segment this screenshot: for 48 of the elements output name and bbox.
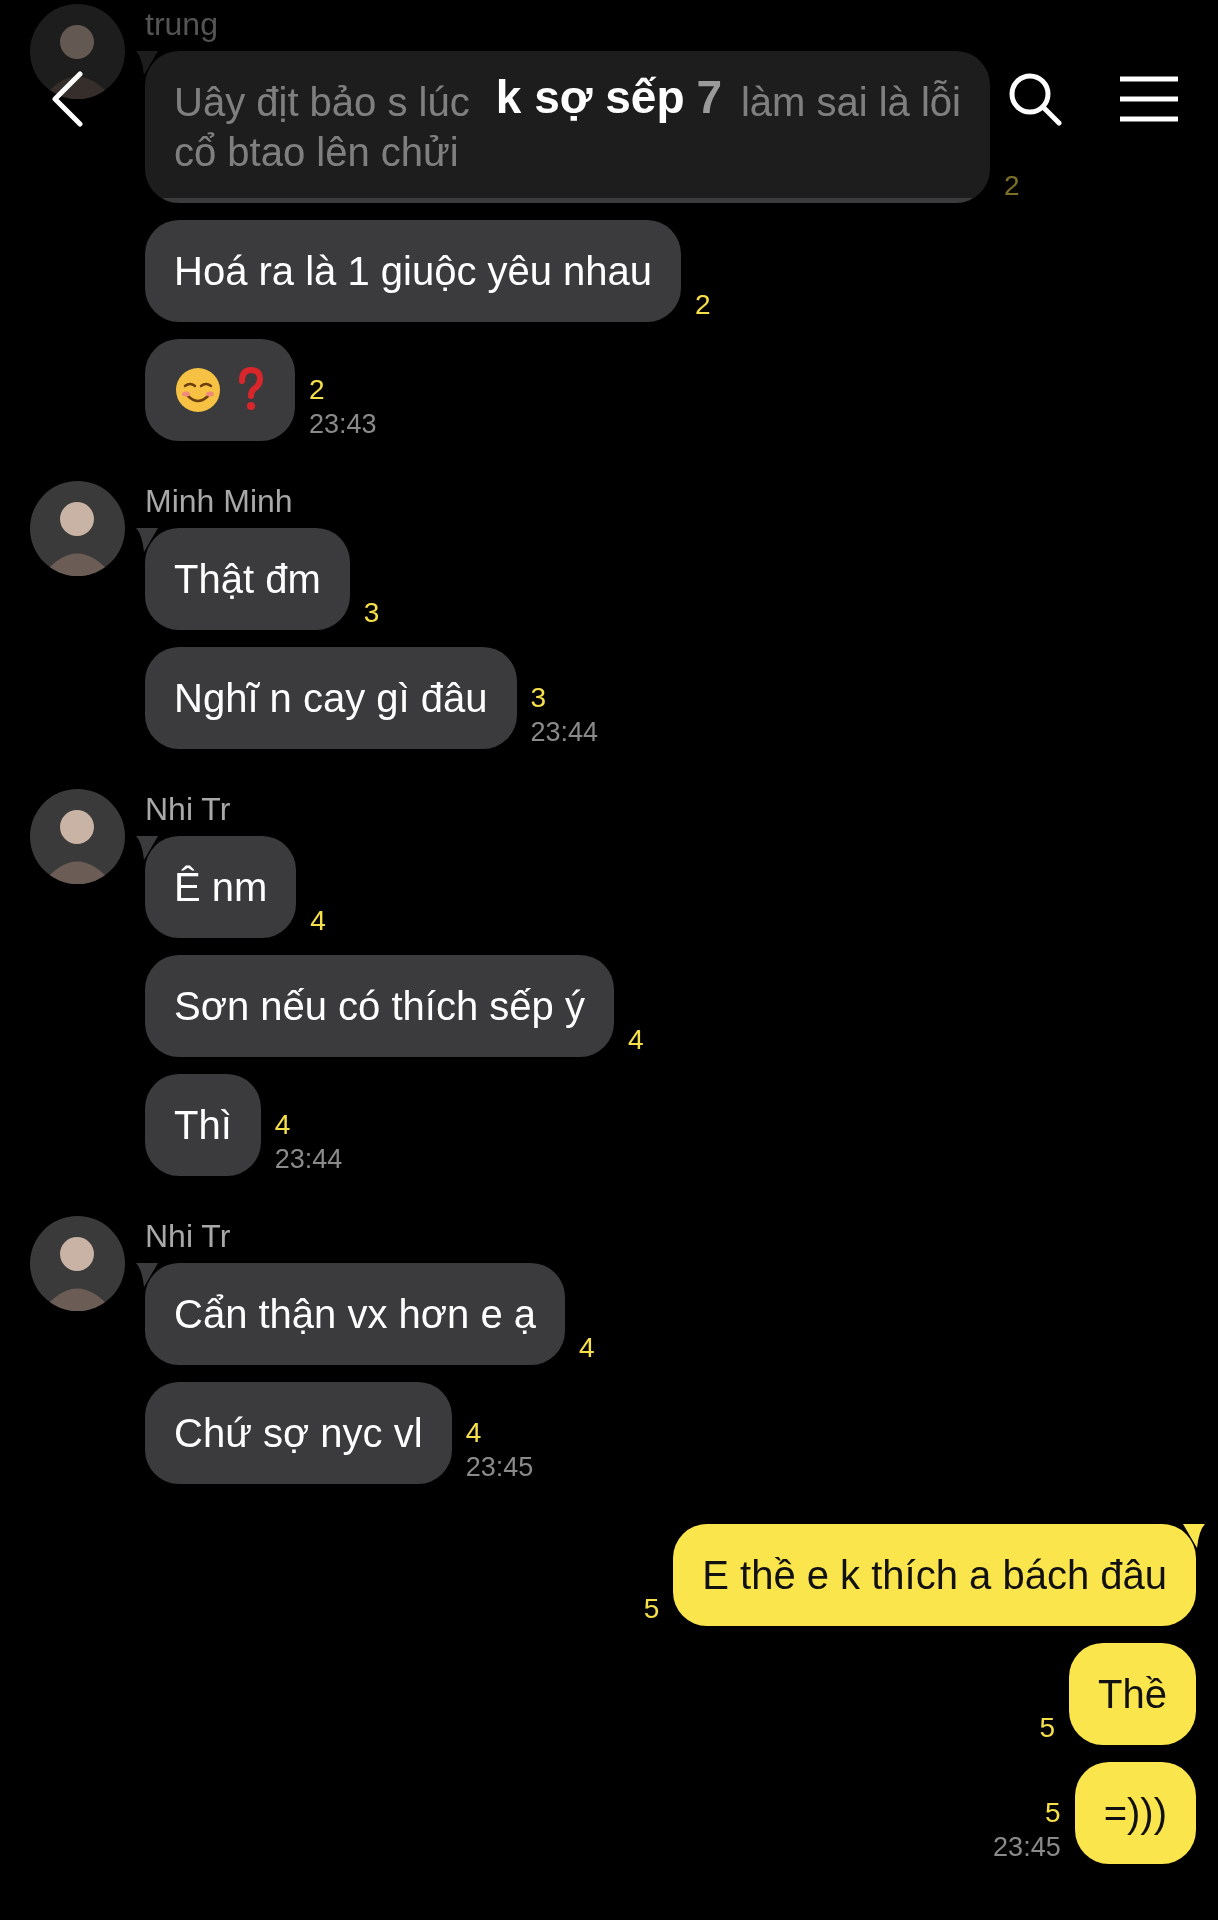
bubble-tail — [136, 836, 158, 860]
unread-count: 2 — [1004, 169, 1020, 203]
timestamp: 23:45 — [993, 1831, 1061, 1864]
sender-name: Nhi Tr — [145, 1217, 232, 1256]
message-text: Cẩn thận vx hơn e ạ — [174, 1292, 536, 1336]
unread-count: 2 — [695, 288, 711, 322]
sender-name: Nhi Tr — [145, 790, 232, 829]
message-text: làm sai là lỗi — [740, 79, 961, 126]
unread-count: 4 — [627, 1023, 644, 1057]
message-text: Thì — [174, 1103, 232, 1147]
timestamp: 23:44 — [530, 716, 599, 749]
sender-name: trung — [145, 5, 219, 44]
chat-title: k sợ sếp — [495, 70, 685, 124]
back-icon[interactable] — [50, 71, 84, 127]
smiling-face-icon — [174, 366, 222, 414]
bubble-tail — [136, 51, 158, 75]
search-icon[interactable] — [1008, 72, 1062, 126]
message-text: Thề — [1098, 1672, 1167, 1716]
question-mark-icon — [236, 367, 266, 413]
message-text: Sơn nếu có thích sếp ý — [174, 984, 585, 1028]
bubble-tail — [136, 1263, 158, 1287]
message-text: Thật đm — [174, 557, 321, 601]
unread-count: 3 — [363, 596, 380, 630]
message-text: Hoá ra là 1 giuộc yêu nhau — [174, 249, 653, 293]
unread-count: 5 — [1039, 1711, 1056, 1745]
unread-count: 4 — [579, 1331, 595, 1365]
unread-count: 3 — [530, 681, 548, 715]
menu-icon[interactable] — [1120, 76, 1178, 122]
sender-name: Minh Minh — [145, 482, 294, 521]
unread-count: 2 — [309, 373, 326, 407]
member-count: 7 — [696, 70, 723, 124]
message-text: Ê nm — [174, 865, 268, 909]
unread-count: 5 — [1045, 1796, 1061, 1830]
message-text: =))) — [1103, 1791, 1167, 1835]
bubble-tail — [1183, 1524, 1205, 1548]
unread-count: 5 — [643, 1592, 660, 1626]
unread-count: 4 — [310, 904, 326, 938]
message-text: Uây địt bảo s lúc — [174, 79, 470, 126]
unread-count: 4 — [465, 1416, 483, 1450]
unread-count: 4 — [274, 1108, 292, 1142]
message-text: cổ btao lên chửi — [174, 129, 459, 176]
message-text: E thề e k thích a bách đâu — [702, 1553, 1167, 1597]
message-text: Chứ sợ nyc vl — [174, 1411, 423, 1455]
timestamp: 23:43 — [309, 408, 377, 441]
timestamp: 23:45 — [465, 1451, 534, 1484]
bubble-tail — [136, 528, 158, 552]
timestamp: 23:44 — [274, 1143, 343, 1176]
message-text: Nghĩ n cay gì đâu — [174, 676, 488, 720]
